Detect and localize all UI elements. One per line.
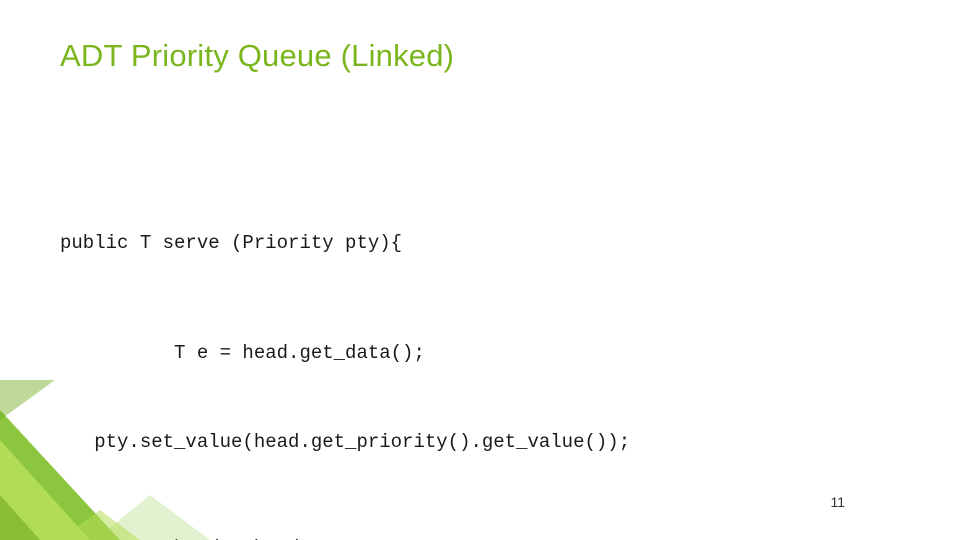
code-line: T e = head.get_data(); xyxy=(60,339,920,368)
code-line: pty.set_value(head.get_priority().get_va… xyxy=(60,428,920,457)
code-line: head = head.next; xyxy=(60,534,920,540)
code-line: public T serve (Priority pty){ xyxy=(60,229,920,258)
code-block: public T serve (Priority pty){ T e = hea… xyxy=(60,170,920,540)
slide: ADT Priority Queue (Linked) public T ser… xyxy=(0,0,960,540)
slide-title: ADT Priority Queue (Linked) xyxy=(60,38,454,74)
page-number: 11 xyxy=(830,494,845,510)
